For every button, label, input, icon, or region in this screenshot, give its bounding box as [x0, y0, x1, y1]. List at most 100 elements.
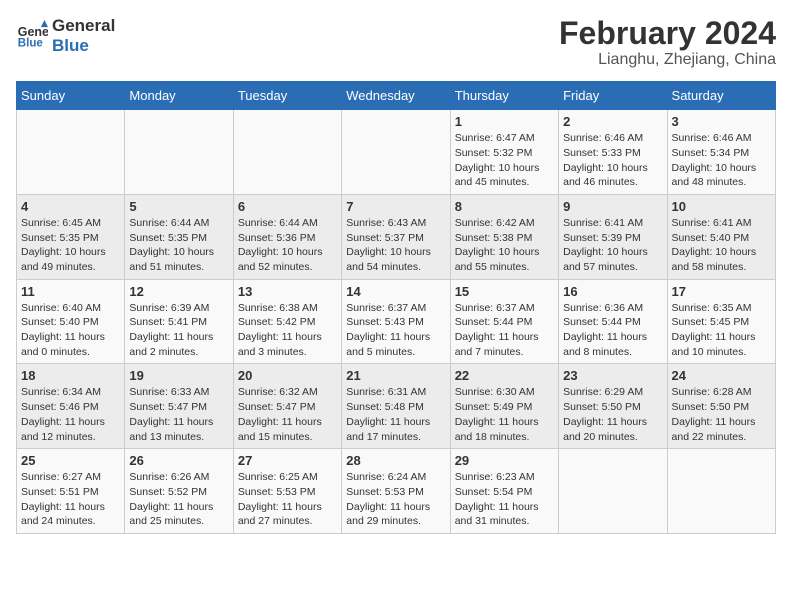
- calendar-cell: 11 Sunrise: 6:40 AMSunset: 5:40 PMDayligh…: [17, 279, 125, 364]
- calendar-cell: 13 Sunrise: 6:38 AMSunset: 5:42 PMDayligh…: [233, 279, 341, 364]
- calendar-cell: [17, 110, 125, 195]
- day-number: 29: [455, 453, 554, 468]
- calendar-cell: [342, 110, 450, 195]
- calendar-cell: 21Sunrise: 6:31 AMSunset: 5:48 PMDayligh…: [342, 364, 450, 449]
- day-number: 5: [129, 199, 228, 214]
- day-number: 11: [21, 284, 120, 299]
- weekday-header-tuesday: Tuesday: [233, 82, 341, 110]
- day-number: 24: [672, 368, 771, 383]
- day-number: 23: [563, 368, 662, 383]
- calendar-cell: 1 Sunrise: 6:47 AMSunset: 5:32 PMDaylight…: [450, 110, 558, 195]
- calendar-cell: 20 Sunrise: 6:32 AMSunset: 5:47 PMDayligh…: [233, 364, 341, 449]
- day-number: 26: [129, 453, 228, 468]
- day-info: Sunrise: 6:23 AMSunset: 5:54 PMDaylight:…: [455, 470, 554, 529]
- day-info: Sunrise: 6:32 AMSunset: 5:47 PMDaylight:…: [238, 385, 337, 444]
- calendar-week-4: 18 Sunrise: 6:34 AMSunset: 5:46 PMDayligh…: [17, 364, 776, 449]
- day-info: Sunrise: 6:44 AMSunset: 5:36 PMDaylight:…: [238, 216, 337, 275]
- calendar-cell: 23Sunrise: 6:29 AMSunset: 5:50 PMDayligh…: [559, 364, 667, 449]
- day-number: 9: [563, 199, 662, 214]
- calendar-cell: 14 Sunrise: 6:37 AMSunset: 5:43 PMDayligh…: [342, 279, 450, 364]
- calendar-cell: 18 Sunrise: 6:34 AMSunset: 5:46 PMDayligh…: [17, 364, 125, 449]
- calendar-cell: 2 Sunrise: 6:46 AMSunset: 5:33 PMDaylight…: [559, 110, 667, 195]
- calendar-cell: 6Sunrise: 6:44 AMSunset: 5:36 PMDaylight…: [233, 194, 341, 279]
- calendar-cell: 17 Sunrise: 6:35 AMSunset: 5:45 PMDayligh…: [667, 279, 775, 364]
- day-info: Sunrise: 6:36 AMSunset: 5:44 PMDaylight:…: [563, 301, 662, 360]
- calendar-cell: 19Sunrise: 6:33 AMSunset: 5:47 PMDayligh…: [125, 364, 233, 449]
- logo-general: General: [52, 16, 115, 36]
- day-number: 20: [238, 368, 337, 383]
- day-info: Sunrise: 6:30 AMSunset: 5:49 PMDaylight:…: [455, 385, 554, 444]
- day-number: 19: [129, 368, 228, 383]
- day-info: Sunrise: 6:44 AMSunset: 5:35 PMDaylight:…: [129, 216, 228, 275]
- day-info: Sunrise: 6:35 AMSunset: 5:45 PMDaylight:…: [672, 301, 771, 360]
- calendar-cell: 28Sunrise: 6:24 AMSunset: 5:53 PMDayligh…: [342, 449, 450, 534]
- day-info: Sunrise: 6:37 AMSunset: 5:43 PMDaylight:…: [346, 301, 445, 360]
- day-info: Sunrise: 6:25 AMSunset: 5:53 PMDaylight:…: [238, 470, 337, 529]
- day-number: 17: [672, 284, 771, 299]
- weekday-header-thursday: Thursday: [450, 82, 558, 110]
- calendar-cell: 12Sunrise: 6:39 AMSunset: 5:41 PMDayligh…: [125, 279, 233, 364]
- calendar-cell: 10 Sunrise: 6:41 AMSunset: 5:40 PMDayligh…: [667, 194, 775, 279]
- main-title: February 2024: [559, 16, 776, 51]
- calendar-cell: 25 Sunrise: 6:27 AMSunset: 5:51 PMDayligh…: [17, 449, 125, 534]
- day-number: 14: [346, 284, 445, 299]
- day-number: 10: [672, 199, 771, 214]
- calendar-cell: 9 Sunrise: 6:41 AMSunset: 5:39 PMDaylight…: [559, 194, 667, 279]
- day-number: 1: [455, 114, 554, 129]
- calendar-cell: 3 Sunrise: 6:46 AMSunset: 5:34 PMDaylight…: [667, 110, 775, 195]
- subtitle: Lianghu, Zhejiang, China: [559, 51, 776, 69]
- calendar-week-3: 11 Sunrise: 6:40 AMSunset: 5:40 PMDayligh…: [17, 279, 776, 364]
- day-number: 4: [21, 199, 120, 214]
- header: General Blue General Blue February 2024 …: [16, 16, 776, 69]
- weekday-header-wednesday: Wednesday: [342, 82, 450, 110]
- day-info: Sunrise: 6:47 AMSunset: 5:32 PMDaylight:…: [455, 131, 554, 190]
- calendar-cell: 15 Sunrise: 6:37 AMSunset: 5:44 PMDayligh…: [450, 279, 558, 364]
- svg-text:Blue: Blue: [18, 38, 44, 50]
- calendar-cell: [667, 449, 775, 534]
- day-info: Sunrise: 6:34 AMSunset: 5:46 PMDaylight:…: [21, 385, 120, 444]
- calendar-cell: [233, 110, 341, 195]
- day-number: 15: [455, 284, 554, 299]
- day-info: Sunrise: 6:41 AMSunset: 5:40 PMDaylight:…: [672, 216, 771, 275]
- day-info: Sunrise: 6:46 AMSunset: 5:34 PMDaylight:…: [672, 131, 771, 190]
- calendar-cell: 4Sunrise: 6:45 AMSunset: 5:35 PMDaylight…: [17, 194, 125, 279]
- day-number: 7: [346, 199, 445, 214]
- day-info: Sunrise: 6:31 AMSunset: 5:48 PMDaylight:…: [346, 385, 445, 444]
- logo: General Blue General Blue: [16, 16, 115, 57]
- calendar-cell: 24 Sunrise: 6:28 AMSunset: 5:50 PMDayligh…: [667, 364, 775, 449]
- day-number: 2: [563, 114, 662, 129]
- day-info: Sunrise: 6:46 AMSunset: 5:33 PMDaylight:…: [563, 131, 662, 190]
- day-info: Sunrise: 6:37 AMSunset: 5:44 PMDaylight:…: [455, 301, 554, 360]
- weekday-header-friday: Friday: [559, 82, 667, 110]
- weekday-header-sunday: Sunday: [17, 82, 125, 110]
- calendar-cell: 22 Sunrise: 6:30 AMSunset: 5:49 PMDayligh…: [450, 364, 558, 449]
- day-number: 25: [21, 453, 120, 468]
- day-info: Sunrise: 6:42 AMSunset: 5:38 PMDaylight:…: [455, 216, 554, 275]
- title-area: February 2024 Lianghu, Zhejiang, China: [559, 16, 776, 69]
- day-number: 3: [672, 114, 771, 129]
- calendar-cell: [125, 110, 233, 195]
- calendar-week-1: 1 Sunrise: 6:47 AMSunset: 5:32 PMDaylight…: [17, 110, 776, 195]
- logo-blue: Blue: [52, 36, 115, 56]
- logo-icon: General Blue: [16, 20, 48, 52]
- day-number: 13: [238, 284, 337, 299]
- calendar-body: 1 Sunrise: 6:47 AMSunset: 5:32 PMDaylight…: [17, 110, 776, 534]
- day-info: Sunrise: 6:26 AMSunset: 5:52 PMDaylight:…: [129, 470, 228, 529]
- day-info: Sunrise: 6:28 AMSunset: 5:50 PMDaylight:…: [672, 385, 771, 444]
- weekday-header-monday: Monday: [125, 82, 233, 110]
- day-info: Sunrise: 6:40 AMSunset: 5:40 PMDaylight:…: [21, 301, 120, 360]
- day-number: 27: [238, 453, 337, 468]
- calendar-cell: 26 Sunrise: 6:26 AMSunset: 5:52 PMDayligh…: [125, 449, 233, 534]
- day-number: 28: [346, 453, 445, 468]
- calendar-cell: 16Sunrise: 6:36 AMSunset: 5:44 PMDayligh…: [559, 279, 667, 364]
- day-number: 22: [455, 368, 554, 383]
- day-info: Sunrise: 6:41 AMSunset: 5:39 PMDaylight:…: [563, 216, 662, 275]
- day-number: 12: [129, 284, 228, 299]
- day-info: Sunrise: 6:43 AMSunset: 5:37 PMDaylight:…: [346, 216, 445, 275]
- calendar-week-2: 4Sunrise: 6:45 AMSunset: 5:35 PMDaylight…: [17, 194, 776, 279]
- calendar-cell: 29 Sunrise: 6:23 AMSunset: 5:54 PMDayligh…: [450, 449, 558, 534]
- day-number: 18: [21, 368, 120, 383]
- day-info: Sunrise: 6:27 AMSunset: 5:51 PMDaylight:…: [21, 470, 120, 529]
- calendar-cell: 8Sunrise: 6:42 AMSunset: 5:38 PMDaylight…: [450, 194, 558, 279]
- day-info: Sunrise: 6:38 AMSunset: 5:42 PMDaylight:…: [238, 301, 337, 360]
